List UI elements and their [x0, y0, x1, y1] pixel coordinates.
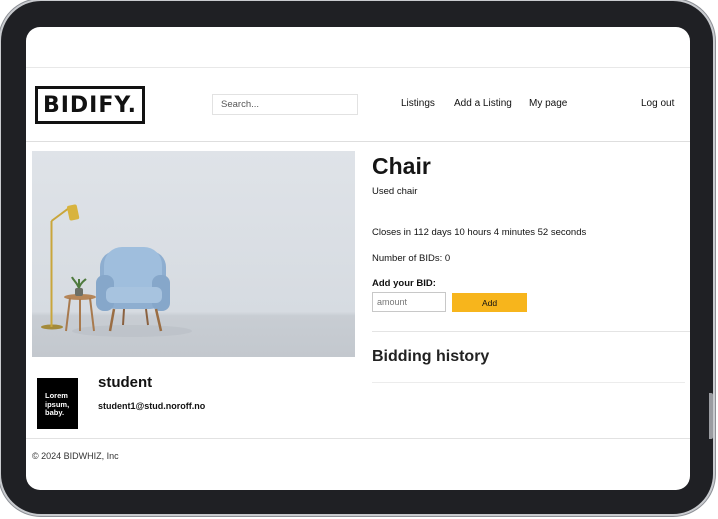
add-bid-button[interactable]: Add — [452, 293, 527, 312]
seller-avatar: Lorem ipsum, baby. — [37, 378, 78, 429]
footer-copyright: © 2024 BIDWHIZ, Inc — [32, 451, 119, 461]
tablet-screen: BIDIFY. Listings Add a Listing My page L… — [26, 27, 690, 490]
logout-link[interactable]: Log out — [641, 98, 674, 109]
site-header: BIDIFY. Listings Add a Listing My page L… — [26, 68, 690, 141]
add-bid-label: Add your BID: — [372, 278, 436, 289]
tablet-side-button — [709, 393, 713, 439]
listing-image — [32, 151, 355, 357]
seller-email: student1@stud.noroff.no — [98, 401, 206, 411]
nav-my-page-link[interactable]: My page — [529, 98, 567, 109]
armchair-scene — [41, 204, 192, 337]
bid-count: Number of BIDs: 0 — [372, 253, 451, 264]
tablet-frame: BIDIFY. Listings Add a Listing My page L… — [1, 1, 713, 514]
nav-listings-link[interactable]: Listings — [401, 98, 435, 109]
listing-title: Chair — [372, 153, 431, 179]
closing-countdown: Closes in 112 days 10 hours 4 minutes 52… — [372, 227, 587, 238]
bidding-history-title: Bidding history — [372, 348, 490, 365]
header-divider — [26, 141, 690, 142]
history-divider — [372, 382, 685, 383]
seller-name: student — [98, 374, 153, 391]
bid-amount-input[interactable] — [372, 292, 446, 312]
nav-add-listing-link[interactable]: Add a Listing — [454, 98, 512, 109]
search-input[interactable] — [212, 94, 358, 115]
site-logo[interactable]: BIDIFY. — [35, 86, 145, 124]
bid-divider — [372, 331, 690, 332]
footer-divider — [26, 438, 690, 439]
listing-description: Used chair — [372, 186, 418, 197]
